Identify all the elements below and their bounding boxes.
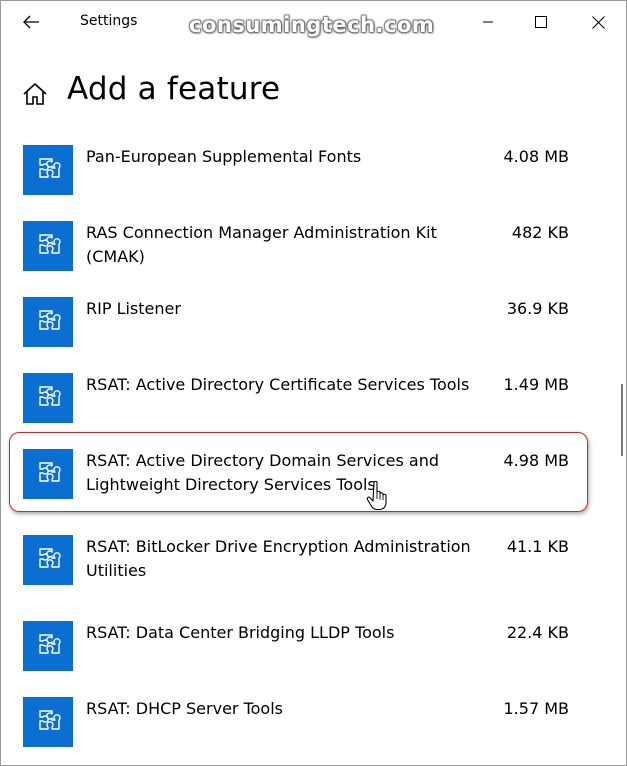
title-bar: Settings consumingtech.com <box>1 1 626 43</box>
settings-window: Settings consumingtech.com Add a feature… <box>0 0 627 766</box>
close-button[interactable] <box>575 1 621 43</box>
puzzle-piece-icon <box>39 634 61 654</box>
list-item-feature[interactable]: RIP Listener 36.9 KB <box>1 297 611 373</box>
feature-name: RSAT: BitLocker Drive Encryption Adminis… <box>86 537 471 580</box>
feature-name: RSAT: Active Directory Certificate Servi… <box>86 375 470 394</box>
feature-name: RSAT: DHCP Server Tools <box>86 699 283 718</box>
feature-tile <box>23 535 73 585</box>
minimize-icon <box>483 21 493 23</box>
puzzle-piece-icon <box>39 710 61 730</box>
list-item-feature[interactable]: RSAT: BitLocker Drive Encryption Adminis… <box>1 535 611 611</box>
page-title: Add a feature <box>67 71 281 107</box>
feature-size: 1.49 MB <box>503 375 570 394</box>
feature-name: RAS Connection Manager Administration Ki… <box>86 223 437 266</box>
list-item-feature[interactable]: RAS Connection Manager Administration Ki… <box>1 221 611 297</box>
feature-name: RIP Listener <box>86 299 181 318</box>
feature-size: 1.57 MB <box>503 699 570 718</box>
feature-tile <box>23 221 73 271</box>
hand-pointer-icon <box>366 480 387 511</box>
highlight-outline <box>9 432 588 512</box>
feature-tile <box>23 697 73 747</box>
back-arrow-icon <box>23 15 39 29</box>
list-item-feature[interactable]: RSAT: Data Center Bridging LLDP Tools 22… <box>1 621 611 697</box>
puzzle-piece-icon <box>39 310 61 330</box>
feature-tile <box>23 297 73 347</box>
puzzle-piece-icon <box>39 234 61 254</box>
feature-size: 36.9 KB <box>506 299 569 318</box>
home-icon <box>23 82 47 105</box>
list-item-feature[interactable]: RSAT: DHCP Server Tools 1.57 MB <box>1 697 611 765</box>
close-icon <box>591 15 605 29</box>
feature-name: RSAT: Data Center Bridging LLDP Tools <box>86 623 395 642</box>
puzzle-piece-icon <box>39 158 61 178</box>
feature-tile <box>23 145 73 195</box>
list-item-feature[interactable]: Pan-European Supplemental Fonts 4.08 MB <box>1 145 611 221</box>
feature-size: 22.4 KB <box>506 623 569 642</box>
feature-tile <box>23 621 73 671</box>
watermark: consumingtech.com <box>189 13 435 37</box>
feature-name: Pan-European Supplemental Fonts <box>86 147 362 166</box>
feature-tile <box>23 373 73 423</box>
feature-size: 41.1 KB <box>506 537 569 556</box>
feature-size: 4.08 MB <box>503 147 570 166</box>
back-button[interactable] <box>13 7 49 37</box>
puzzle-piece-icon <box>39 548 61 568</box>
feature-size: 482 KB <box>511 223 569 242</box>
minimize-button[interactable] <box>465 1 511 43</box>
scrollbar-thumb[interactable] <box>621 384 623 456</box>
maximize-icon <box>535 16 547 28</box>
maximize-button[interactable] <box>518 1 564 43</box>
puzzle-piece-icon <box>39 386 61 406</box>
home-button[interactable] <box>22 81 48 107</box>
app-title: Settings <box>80 13 138 29</box>
